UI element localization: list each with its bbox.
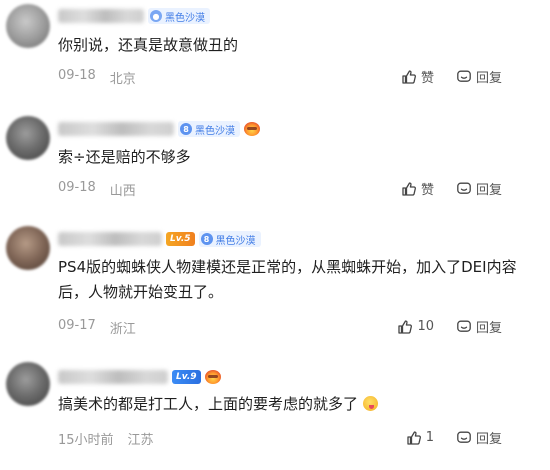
- reply-bubble-icon: [457, 182, 471, 194]
- avatar[interactable]: [6, 116, 50, 160]
- comment-actions: 赞 回复: [401, 179, 502, 198]
- reply-bubble-icon: [457, 431, 471, 443]
- comment-meta: 09-18 北京: [58, 68, 136, 87]
- avatar[interactable]: [6, 4, 50, 48]
- like-button[interactable]: 赞: [401, 179, 434, 198]
- reply-bubble-icon: [457, 70, 471, 82]
- comment-location: 江苏: [127, 433, 154, 448]
- comment-text-content: 搞美术的都是打工人，上面的要考虑的就多了: [58, 395, 359, 413]
- reply-bubble-icon: [457, 320, 471, 332]
- fire-emoji-icon: [244, 122, 260, 136]
- comment-location: 浙江: [109, 322, 136, 337]
- comment-meta: 15小时前 江苏: [58, 429, 154, 448]
- group-tag-badge: ●: [150, 10, 162, 22]
- thumbs-up-icon: [407, 430, 421, 445]
- username-blurred[interactable]: [58, 232, 162, 246]
- reply-label: 回复: [475, 432, 502, 447]
- comment-text: 你别说，还真是故意做丑的: [58, 36, 239, 54]
- comment-meta: 09-18 山西: [58, 180, 136, 199]
- username-blurred[interactable]: [58, 9, 144, 23]
- level-badge: Lv.5: [166, 232, 195, 246]
- reply-button[interactable]: 回复: [456, 179, 502, 198]
- like-count: 10: [417, 319, 434, 334]
- comment-date: 15小时前: [58, 433, 114, 448]
- reply-button[interactable]: 回复: [456, 317, 502, 336]
- fire-emoji-icon: [204, 370, 221, 384]
- like-button[interactable]: 1: [406, 430, 434, 446]
- avatar[interactable]: [6, 226, 50, 270]
- group-tag-label: 黑色沙漠: [165, 12, 205, 24]
- username-blurred[interactable]: [58, 370, 168, 384]
- comment-actions: 1 回复: [406, 428, 502, 447]
- reply-label: 回复: [475, 71, 502, 86]
- comment-meta: 09-17 浙江: [58, 318, 136, 337]
- reply-label: 回复: [475, 321, 502, 336]
- comment-header: 8 黑色沙漠: [58, 119, 260, 139]
- comment-header: Lv.5 8 黑色沙漠: [58, 229, 261, 249]
- comment-text: 搞美术的都是打工人，上面的要考虑的就多了: [58, 392, 538, 417]
- comment-header: Lv.9: [58, 367, 221, 387]
- thumbs-up-icon: [402, 69, 416, 84]
- comment-location: 北京: [109, 72, 136, 87]
- reply-button[interactable]: 回复: [456, 67, 502, 86]
- comment-actions: 赞 回复: [401, 67, 502, 86]
- comment-actions: 10 回复: [397, 317, 502, 336]
- level-badge: Lv.9: [172, 370, 201, 384]
- comment-text: PS4版的蜘蛛侠人物建模还是正常的，从黑蜘蛛开始，加入了DEI内容后，人物就开始…: [58, 258, 517, 301]
- comment-item: ● 黑色沙漠 你别说，还真是故意做丑的 09-18 北京 赞 回复: [0, 0, 550, 110]
- like-label: 赞: [420, 183, 434, 198]
- comment-item: Lv.5 8 黑色沙漠 PS4版的蜘蛛侠人物建模还是正常的，从黑蜘蛛开始，加入了…: [0, 220, 550, 350]
- group-tag-badge: 8: [180, 123, 192, 135]
- comment-text: 索÷还是赔的不够多: [58, 148, 191, 166]
- comment-item: Lv.9 搞美术的都是打工人，上面的要考虑的就多了 15小时前 江苏 1 回复: [0, 352, 550, 470]
- comment-item: 8 黑色沙漠 索÷还是赔的不够多 09-18 山西 赞 回复: [0, 110, 550, 220]
- like-count: 1: [425, 430, 434, 445]
- like-button[interactable]: 10: [397, 319, 434, 335]
- group-tag[interactable]: ● 黑色沙漠: [148, 8, 210, 24]
- comment-date: 09-18: [58, 68, 96, 83]
- group-tag-badge: 8: [200, 233, 213, 245]
- comment-date: 09-17: [58, 318, 96, 333]
- group-tag-label: 黑色沙漠: [215, 235, 256, 247]
- comment-date: 09-18: [58, 180, 96, 195]
- like-label: 赞: [420, 71, 434, 86]
- like-button[interactable]: 赞: [401, 67, 434, 86]
- comment-location: 山西: [109, 184, 136, 199]
- group-tag[interactable]: 8 黑色沙漠: [178, 121, 240, 137]
- thumbs-up-icon: [398, 319, 413, 334]
- group-tag-label: 黑色沙漠: [195, 125, 235, 137]
- group-tag[interactable]: 8 黑色沙漠: [198, 231, 261, 247]
- username-blurred[interactable]: [58, 122, 174, 136]
- reply-button[interactable]: 回复: [456, 428, 502, 447]
- smiling-tongue-emoji-icon: [362, 396, 378, 411]
- thumbs-up-icon: [402, 181, 416, 196]
- comment-header: ● 黑色沙漠: [58, 6, 210, 26]
- avatar[interactable]: [6, 362, 50, 406]
- reply-label: 回复: [475, 183, 502, 198]
